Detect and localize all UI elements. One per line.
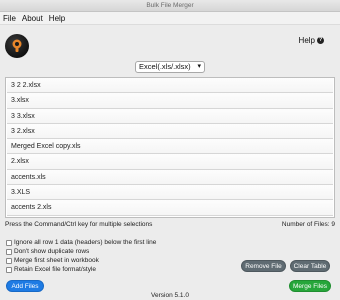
help-link[interactable]: Help ? (299, 36, 324, 45)
no-duplicates-checkbox[interactable] (6, 248, 12, 255)
option-label: Don't show duplicate rows (14, 248, 90, 255)
file-row[interactable]: 3 3.xlsx (7, 108, 333, 124)
remove-file-button[interactable]: Remove File (241, 260, 286, 272)
option-label: Retain Excel file format/style (14, 266, 97, 273)
file-count: Number of Files: 9 (281, 221, 335, 228)
file-list[interactable]: 3 2 2.xlsx 3.xlsx 3 3.xlsx 3 2.xlsx Merg… (5, 77, 335, 218)
file-row[interactable]: accents 2.xls (7, 200, 333, 216)
ignore-headers-checkbox[interactable] (6, 239, 12, 246)
file-row[interactable]: accents.xls (7, 169, 333, 186)
menu-help[interactable]: Help (49, 14, 65, 23)
chevron-down-icon: ▾ (197, 63, 201, 70)
merge-options: Ignore all row 1 data (headers) below th… (6, 238, 156, 274)
menu-file[interactable]: File (3, 14, 16, 23)
file-row[interactable]: Merged Excel copy.xls (7, 139, 333, 155)
file-format-select[interactable]: Excel(.xls/.xlsx) ▾ (135, 61, 205, 73)
file-row[interactable]: 3 2 2.xlsx (7, 78, 333, 94)
question-circle-icon: ? (317, 37, 324, 44)
option-first-sheet[interactable]: Merge first sheet in workbook (6, 256, 156, 265)
selection-hint: Press the Command/Ctrl key for multiple … (5, 221, 153, 228)
option-label: Merge first sheet in workbook (14, 257, 99, 264)
retain-format-checkbox[interactable] (6, 266, 12, 273)
menu-bar: File About Help (0, 12, 340, 25)
funnel-icon (12, 39, 22, 52)
add-files-button[interactable]: Add Files (6, 280, 44, 292)
option-label: Ignore all row 1 data (headers) below th… (14, 239, 157, 246)
format-select-value: Excel(.xls/.xlsx) (139, 62, 191, 71)
funnel-logo-icon (5, 34, 29, 58)
clear-table-button[interactable]: Clear Table (290, 260, 330, 272)
option-no-duplicates[interactable]: Don't show duplicate rows (6, 247, 156, 256)
option-retain-format[interactable]: Retain Excel file format/style (6, 265, 156, 274)
merge-files-button[interactable]: Merge Files (289, 280, 331, 292)
first-sheet-checkbox[interactable] (6, 257, 12, 264)
option-ignore-headers[interactable]: Ignore all row 1 data (headers) below th… (6, 238, 156, 247)
menu-about[interactable]: About (22, 14, 43, 23)
file-row[interactable]: 3.xlsx (7, 93, 333, 109)
file-row[interactable]: 2.xlsx (7, 154, 333, 170)
help-label: Help (298, 36, 315, 45)
file-row[interactable]: 3.XLS (7, 185, 333, 201)
version-label: Version 5.1.0 (151, 292, 189, 299)
window-title: Bulk File Merger (0, 0, 340, 12)
file-row[interactable]: 3 2.xlsx (7, 123, 333, 140)
